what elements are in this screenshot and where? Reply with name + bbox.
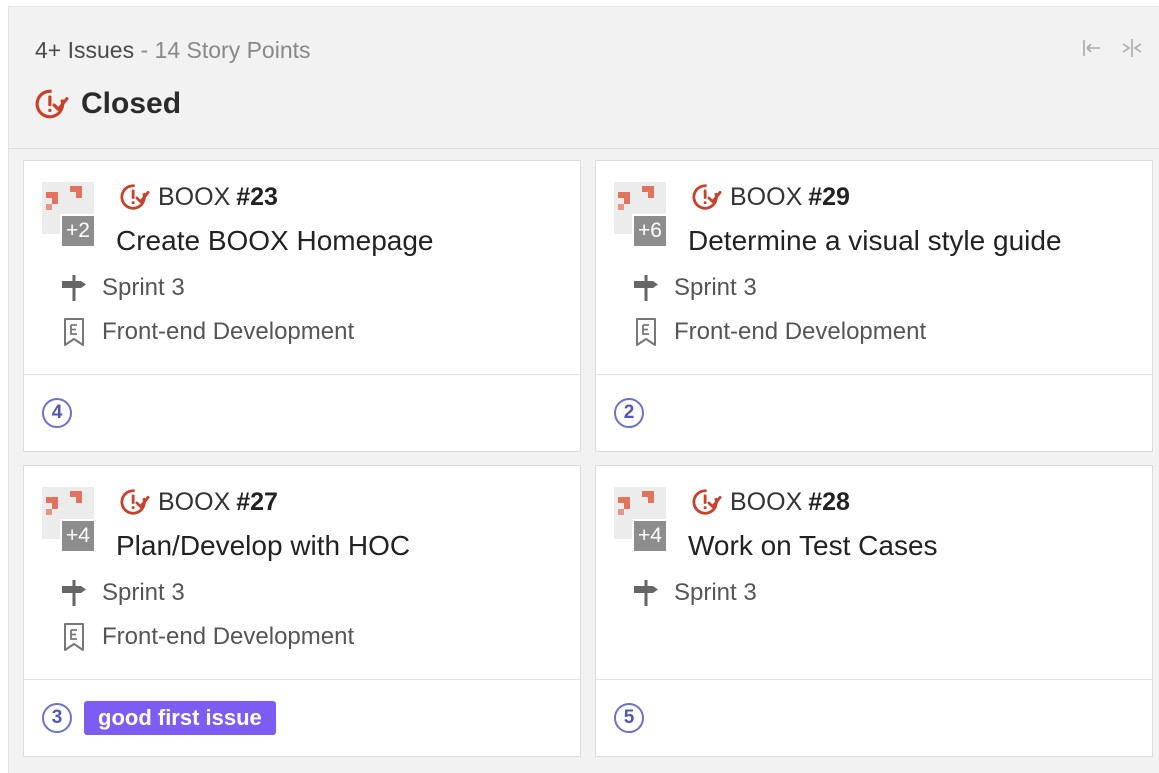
repo-name: BOOX bbox=[158, 487, 231, 516]
epic-icon bbox=[60, 317, 88, 347]
card-body: +4 BOOX #27 Plan/Develop with HOC Sprint… bbox=[24, 466, 580, 680]
card-body: +4 BOOX #28 Work on Test Cases Sprint 3 bbox=[596, 466, 1152, 680]
milestone-icon bbox=[60, 578, 88, 608]
issue-card[interactable]: +2 BOOX #23 Create BOOX Homepage Sprint … bbox=[23, 160, 581, 452]
assignee-avatars[interactable]: +4 bbox=[42, 487, 112, 557]
card-body: +6 BOOX #29 Determine a visual style gui… bbox=[596, 161, 1152, 375]
assignee-avatars[interactable]: +2 bbox=[42, 182, 112, 252]
card-footer: 4 bbox=[24, 374, 580, 451]
epic-row: Front-end Development bbox=[60, 317, 354, 347]
milestone-icon bbox=[632, 273, 660, 303]
column-summary: 4+ Issues - 14 Story Points bbox=[35, 37, 311, 64]
issue-number: #23 bbox=[236, 182, 278, 211]
issue-card[interactable]: +6 BOOX #29 Determine a visual style gui… bbox=[595, 160, 1153, 452]
issue-title[interactable]: Determine a visual style guide bbox=[688, 225, 1062, 257]
milestone-name: Sprint 3 bbox=[674, 274, 757, 301]
more-assignees-badge: +4 bbox=[632, 519, 666, 551]
closed-issue-icon bbox=[692, 487, 722, 517]
issue-title[interactable]: Create BOOX Homepage bbox=[116, 225, 434, 257]
issue-reference: BOOX #29 bbox=[692, 182, 850, 212]
label-good-first-issue[interactable]: good first issue bbox=[84, 701, 276, 735]
card-footer: 5 bbox=[596, 679, 1152, 756]
epic-name: Front-end Development bbox=[102, 623, 355, 650]
assignee-avatars[interactable]: +6 bbox=[614, 182, 684, 252]
milestone-row: Sprint 3 bbox=[632, 578, 757, 608]
more-assignees-badge: +6 bbox=[632, 214, 666, 246]
issue-number: #28 bbox=[808, 487, 850, 516]
closed-issue-icon bbox=[120, 487, 150, 517]
milestone-icon bbox=[632, 578, 660, 608]
issue-count: 4+ Issues bbox=[35, 37, 135, 63]
epic-name: Front-end Development bbox=[102, 318, 355, 345]
milestone-icon bbox=[60, 273, 88, 303]
assignee-avatars[interactable]: +4 bbox=[614, 487, 684, 557]
card-body: +2 BOOX #23 Create BOOX Homepage Sprint … bbox=[24, 161, 580, 375]
estimate-badge: 2 bbox=[614, 398, 644, 428]
milestone-name: Sprint 3 bbox=[674, 579, 757, 606]
pipeline-column: 4+ Issues - 14 Story Points Closed +2 BO… bbox=[8, 6, 1159, 773]
issue-reference: BOOX #27 bbox=[120, 487, 278, 517]
more-assignees-badge: +4 bbox=[60, 519, 94, 551]
estimate-badge: 4 bbox=[42, 398, 72, 428]
expand-icon[interactable] bbox=[1121, 37, 1143, 59]
issue-number: #27 bbox=[236, 487, 278, 516]
story-points: 14 Story Points bbox=[154, 37, 311, 63]
repo-name: BOOX bbox=[730, 182, 803, 211]
card-footer: 2 bbox=[596, 374, 1152, 451]
estimate-badge: 3 bbox=[42, 703, 72, 733]
header-actions bbox=[1081, 37, 1143, 59]
repo-name: BOOX bbox=[730, 487, 803, 516]
milestone-name: Sprint 3 bbox=[102, 274, 185, 301]
issue-title[interactable]: Work on Test Cases bbox=[688, 530, 938, 562]
card-footer: 3 good first issue bbox=[24, 679, 580, 756]
milestone-row: Sprint 3 bbox=[60, 273, 185, 303]
closed-issue-icon bbox=[692, 182, 722, 212]
closed-issue-icon bbox=[35, 87, 69, 121]
more-assignees-badge: +2 bbox=[60, 214, 94, 246]
issue-reference: BOOX #28 bbox=[692, 487, 850, 517]
column-header: 4+ Issues - 14 Story Points Closed bbox=[9, 7, 1159, 149]
epic-row: Front-end Development bbox=[60, 622, 354, 652]
milestone-name: Sprint 3 bbox=[102, 579, 185, 606]
epic-name: Front-end Development bbox=[674, 318, 927, 345]
epic-icon bbox=[632, 317, 660, 347]
estimate-badge: 5 bbox=[614, 703, 644, 733]
repo-name: BOOX bbox=[158, 182, 231, 211]
issue-card[interactable]: +4 BOOX #27 Plan/Develop with HOC Sprint… bbox=[23, 465, 581, 757]
epic-icon bbox=[60, 622, 88, 652]
column-state: Closed bbox=[35, 87, 181, 121]
closed-issue-icon bbox=[120, 182, 150, 212]
milestone-row: Sprint 3 bbox=[60, 578, 185, 608]
milestone-row: Sprint 3 bbox=[632, 273, 757, 303]
issue-card[interactable]: +4 BOOX #28 Work on Test Cases Sprint 3 … bbox=[595, 465, 1153, 757]
column-title: Closed bbox=[81, 87, 182, 120]
collapse-icon[interactable] bbox=[1081, 37, 1103, 59]
summary-separator: - bbox=[134, 37, 155, 63]
issue-title[interactable]: Plan/Develop with HOC bbox=[116, 530, 410, 562]
issue-reference: BOOX #23 bbox=[120, 182, 278, 212]
issue-number: #29 bbox=[808, 182, 850, 211]
epic-row: Front-end Development bbox=[632, 317, 926, 347]
